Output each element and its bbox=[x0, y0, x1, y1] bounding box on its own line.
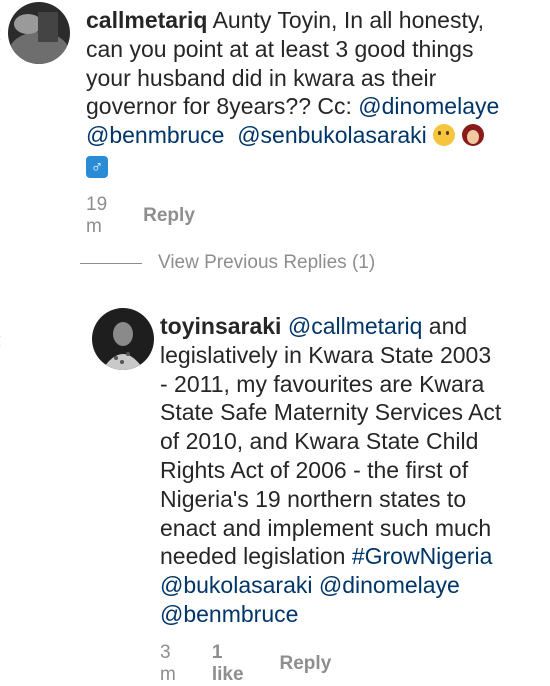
reply-button[interactable]: Reply bbox=[280, 653, 332, 675]
timestamp: 3 m bbox=[160, 642, 176, 685]
comment-text: toyinsaraki @callmetariq and legislative… bbox=[160, 313, 502, 627]
view-previous-label: View Previous Replies (1) bbox=[158, 252, 376, 273]
mention-link[interactable]: @dinomelaye bbox=[319, 572, 460, 598]
hashtag-link[interactable]: #GrowNigeria bbox=[352, 543, 493, 569]
avatar-toyinsaraki[interactable] bbox=[92, 308, 154, 370]
reply-button[interactable]: Reply bbox=[143, 205, 195, 227]
likes-count[interactable]: 1 like bbox=[212, 642, 244, 686]
comment-meta: 3 m 1 like Reply bbox=[160, 642, 331, 686]
male-sign-emoji: ♂ bbox=[86, 155, 108, 178]
mention-link[interactable]: @benmbruce bbox=[86, 122, 224, 148]
view-previous-replies[interactable]: View Previous Replies (1) bbox=[80, 252, 375, 274]
avatar-callmetariq[interactable] bbox=[8, 2, 70, 64]
woman-emoji bbox=[461, 124, 484, 147]
mention-link[interactable]: @benmbruce bbox=[160, 601, 298, 627]
mention-link[interactable]: @dinomelaye bbox=[358, 93, 499, 119]
thinking-face-emoji bbox=[433, 124, 456, 147]
timestamp: 19 m bbox=[86, 194, 108, 237]
mention-link[interactable]: @bukolasaraki bbox=[160, 572, 312, 598]
mention-link[interactable]: @callmetariq bbox=[288, 313, 423, 339]
divider-line bbox=[80, 262, 142, 264]
comment-username[interactable]: callmetariq bbox=[86, 7, 207, 33]
comment-text: callmetariq Aunty Toyin, In all honesty,… bbox=[86, 7, 500, 178]
mention-link[interactable]: @senbukolasaraki bbox=[237, 122, 427, 148]
heart-outline-icon[interactable] bbox=[0, 334, 2, 350]
heart-outline-icon[interactable] bbox=[0, 28, 2, 44]
comment-meta: 19 m Reply bbox=[86, 194, 195, 238]
comment-username[interactable]: toyinsaraki bbox=[160, 313, 281, 339]
